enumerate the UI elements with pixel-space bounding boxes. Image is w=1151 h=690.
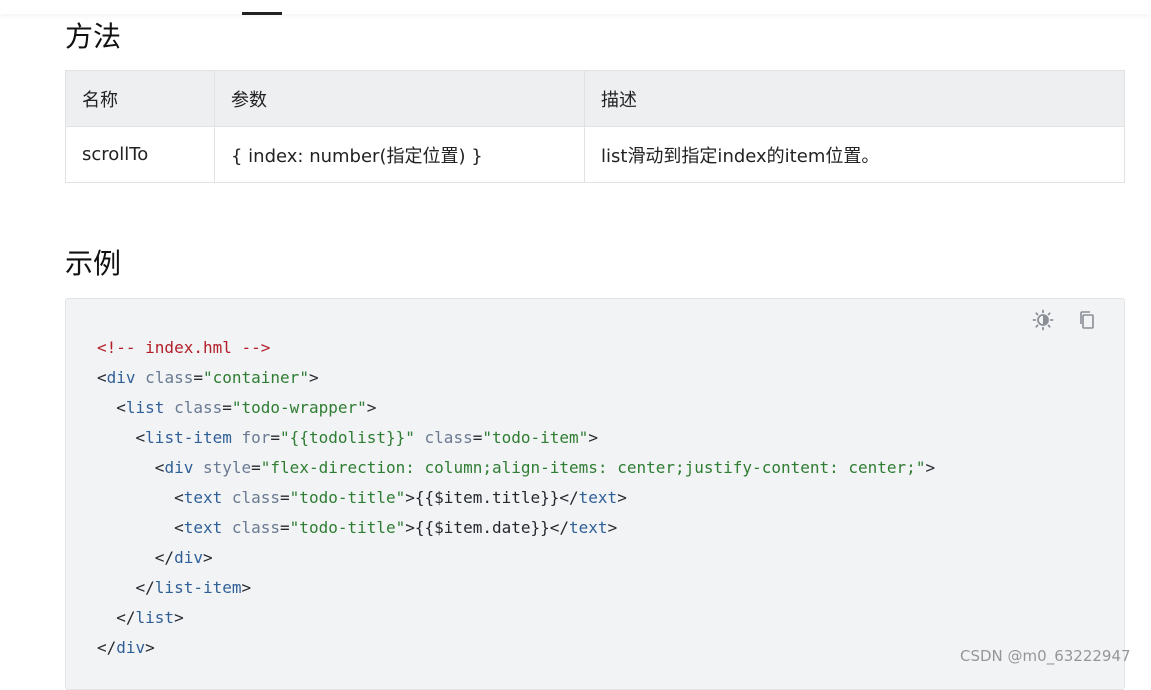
table-header-row: 名称 参数 描述 [65,70,1125,127]
code-token-text: >{{$item.date}}</ [405,518,570,537]
code-token-text: < [97,458,165,477]
code-token-tag: text [183,518,223,537]
code-token-text: < [97,518,184,537]
code-token-text: > [366,398,377,417]
code-token-text: > [174,608,184,627]
code-token-tag: list-item [145,428,232,447]
code-token-text: > [617,488,627,507]
code-line: <div class="container"> [97,363,935,393]
code-toolbar [1032,309,1098,331]
code-token-attr: class [222,488,281,507]
code-token-tag: text [569,518,608,537]
header-params: 参数 [214,70,585,127]
code-token-text: > [588,428,598,447]
code-token-str: "todo-title" [289,488,406,507]
code-token-text: < [97,428,146,447]
code-token-text: >{{$item.title}}</ [405,488,579,507]
code-token-text: > [241,578,252,597]
code-token-attr: class [164,398,223,417]
code-token-str: "todo-wrapper" [231,398,367,417]
code-line: </div> [97,633,935,663]
code-token-text: </ [97,578,155,597]
code-token-str: "todo-title" [289,518,406,537]
code-token-text: > [308,368,319,387]
code-token-text: = [222,398,232,417]
code-token-text: > [925,458,936,477]
code-token-tag: div [164,458,194,477]
watermark: CSDN @m0_63222947 [960,647,1131,665]
code-line: <text class="todo-title">{{$item.title}}… [97,483,935,513]
code-line: <!-- index.hml --> [97,333,935,363]
code-token-attr: class [222,518,281,537]
code-token-attr: for [231,428,271,447]
code-line: </list> [97,603,935,633]
code-token-tag: text [183,488,223,507]
code-token-text: </ [97,548,175,567]
methods-heading: 方法 [65,20,122,53]
code-token-text: < [97,368,107,387]
methods-table: 名称 参数 描述 scrollTo { index: number(指定位置) … [65,70,1125,183]
code-token-attr: style [193,458,252,477]
code-token-str: "todo-item" [482,428,589,447]
code-token-tag: div [106,368,136,387]
active-tab-indicator [242,12,282,15]
code-token-str: "flex-direction: column;align-items: cen… [260,458,926,477]
code-token-str: "container" [202,368,309,387]
code-token-tag: text [578,488,618,507]
code-token-text: = [280,488,290,507]
code-line: <list-item for="{{todolist}}" class="tod… [97,423,935,453]
code-token-tag: div [116,638,146,657]
code-token-text: </ [97,608,136,627]
code-line: <list class="todo-wrapper"> [97,393,935,423]
code-line: </div> [97,543,935,573]
code-token-text: = [251,458,261,477]
cell-method-params: { index: number(指定位置) } [214,126,585,183]
cell-method-name: scrollTo [65,126,215,183]
header-name: 名称 [65,70,215,127]
code-token-text: = [193,368,203,387]
code-token-attr: class [135,368,194,387]
code-line: </list-item> [97,573,935,603]
code-token-tag: list [135,608,175,627]
table-row: scrollTo { index: number(指定位置) } list滑动到… [65,126,1125,183]
code-line: <text class="todo-title">{{$item.date}}<… [97,513,935,543]
code-token-text: > [607,518,618,537]
top-nav-bar [0,0,1151,15]
header-description: 描述 [584,70,1125,127]
code-token-attr: class [414,428,473,447]
code-token-comment: <!-- index.hml --> [97,338,271,357]
code-token-tag: list [125,398,165,417]
example-heading: 示例 [65,247,122,280]
code-token-text: > [145,638,155,657]
code-token-tag: list-item [154,578,242,597]
code-token-text: </ [97,638,117,657]
code-line: <div style="flex-direction: column;align… [97,453,935,483]
code-token-tag: div [174,548,203,567]
code-token-text: < [97,488,184,507]
code-token-text: < [97,398,126,417]
code-token-text: = [280,518,290,537]
code-content: <!-- index.hml --> <div class="container"… [97,333,935,663]
code-block: <!-- index.hml --> <div class="container"… [65,298,1125,690]
code-token-text: = [270,428,281,447]
code-token-text: > [202,548,213,567]
theme-toggle-icon[interactable] [1032,309,1054,331]
code-token-text: = [472,428,483,447]
copy-icon[interactable] [1076,309,1098,331]
cell-method-description: list滑动到指定index的item位置。 [584,126,1125,183]
code-token-str: "{{todolist}}" [280,428,415,447]
